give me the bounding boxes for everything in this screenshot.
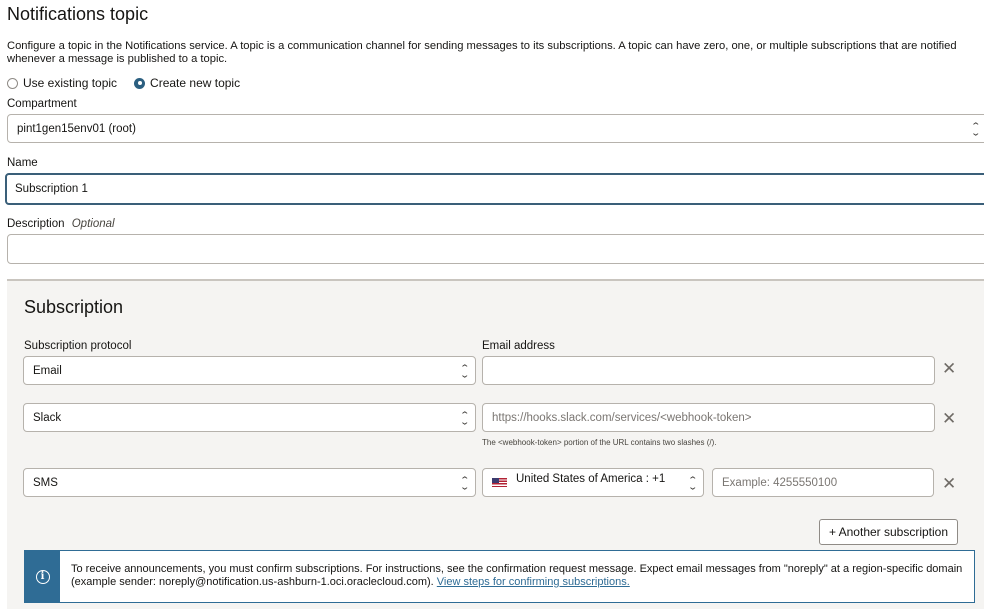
slack-webhook-hint: The <webhook-token> portion of the URL c… <box>482 438 717 447</box>
protocol-select-sms[interactable]: SMS ⌃ ⌃ <box>23 468 476 497</box>
protocol-value: Email <box>33 364 62 377</box>
protocol-select-email[interactable]: Email ⌃ ⌃ <box>23 356 476 385</box>
subscription-protocol-label: Subscription protocol <box>24 340 132 352</box>
radio-unchecked-icon[interactable] <box>7 77 18 89</box>
email-address-input[interactable] <box>482 356 935 385</box>
protocol-value: SMS <box>33 476 58 489</box>
phone-number-placeholder: Example: 4255550100 <box>722 476 838 489</box>
chevron-up-down-icon: ⌃ ⌃ <box>970 120 982 137</box>
radio-checked-icon[interactable] <box>134 77 146 89</box>
slack-webhook-placeholder: https://hooks.slack.com/services/<webhoo… <box>492 411 752 424</box>
close-icon[interactable]: ✕ <box>942 409 956 429</box>
name-label: Name <box>7 157 38 169</box>
page-title: Notifications topic <box>7 4 149 24</box>
slack-webhook-input[interactable]: https://hooks.slack.com/services/<webhoo… <box>482 403 935 432</box>
info-banner: i To receive announcements, you must con… <box>24 550 975 603</box>
phone-number-input[interactable]: Example: 4255550100 <box>712 468 934 497</box>
compartment-value: pint1gen15env01 (root) <box>17 122 136 135</box>
us-flag-icon <box>492 478 507 487</box>
topic-mode-radio-group: Use existing topic Create new topic <box>7 76 240 90</box>
name-input[interactable]: Subscription 1 <box>5 173 984 205</box>
subscription-heading: Subscription <box>24 297 124 317</box>
confirm-subscriptions-link[interactable]: View steps for confirming subscriptions. <box>437 576 630 588</box>
info-icon: i <box>35 569 50 584</box>
compartment-select[interactable]: pint1gen15env01 (root) ⌃ ⌃ <box>7 114 984 143</box>
close-icon[interactable]: ✕ <box>942 359 956 379</box>
optional-tag: Optional <box>71 218 115 230</box>
use-existing-topic-label: Use existing topic <box>23 76 118 90</box>
section-description: Configure a topic in the Notifications s… <box>7 40 957 65</box>
country-code-select[interactable]: United States of America : +1 ⌃ ⌃ <box>482 468 704 497</box>
protocol-value: Slack <box>33 411 62 424</box>
close-icon[interactable]: ✕ <box>942 474 956 494</box>
chevron-up-down-icon: ⌃ ⌃ <box>687 474 699 491</box>
chevron-up-down-icon: ⌃ ⌃ <box>459 362 471 379</box>
description-label-text: Description <box>7 218 65 230</box>
add-another-subscription-button[interactable]: + Another subscription <box>819 519 958 545</box>
chevron-up-down-icon: ⌃ ⌃ <box>459 409 471 426</box>
create-new-topic-radio[interactable]: Create new topic <box>134 76 240 90</box>
create-new-topic-label: Create new topic <box>150 76 241 90</box>
compartment-label: Compartment <box>7 98 77 110</box>
info-banner-bar: i <box>25 551 60 602</box>
description-input[interactable] <box>7 234 984 264</box>
name-value: Subscription 1 <box>15 183 88 195</box>
description-label: Description Optional <box>7 218 115 230</box>
email-address-label: Email address <box>482 340 555 352</box>
country-code-value: United States of America : +1 <box>516 472 666 485</box>
info-banner-text: To receive announcements, you must confi… <box>71 563 966 589</box>
protocol-select-slack[interactable]: Slack ⌃ ⌃ <box>23 403 476 432</box>
chevron-up-down-icon: ⌃ ⌃ <box>459 474 471 491</box>
use-existing-topic-radio[interactable]: Use existing topic <box>7 76 117 90</box>
